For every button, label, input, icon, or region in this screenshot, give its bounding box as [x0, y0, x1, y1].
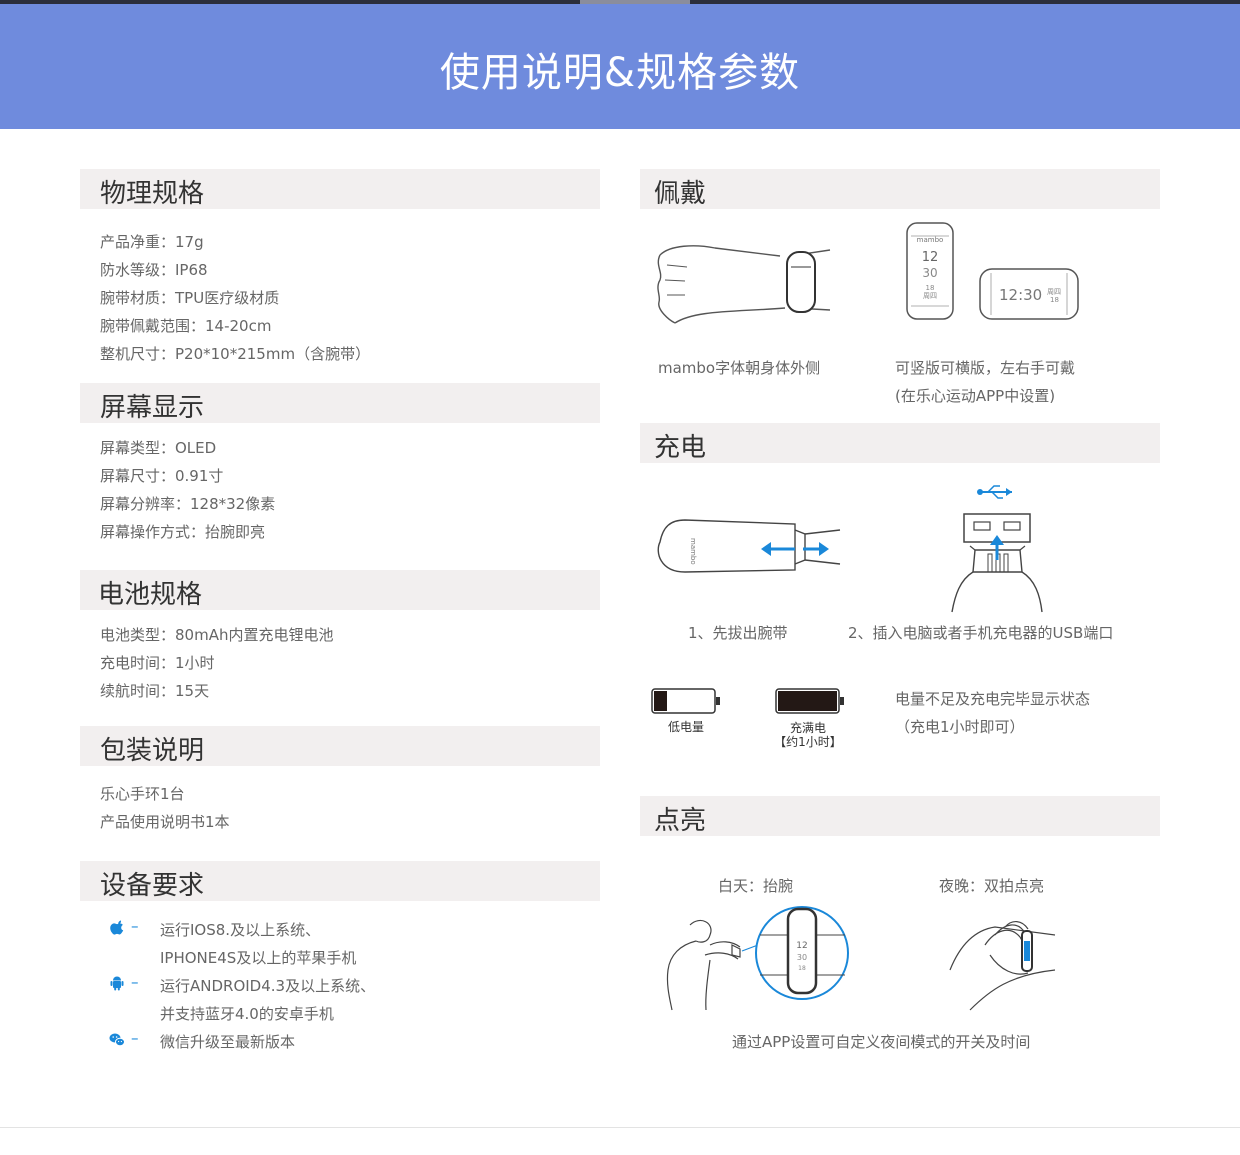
- package-item: 产品使用说明书1本: [100, 813, 230, 831]
- section-charge-header: 充电: [640, 423, 1160, 463]
- usb-plug-illustration: [951, 485, 1043, 613]
- spec-waterproof: 防水等级：IP68: [100, 261, 208, 279]
- spec-charge-time: 充电时间：1小时: [100, 654, 215, 672]
- spec-material: 腕带材质：TPU医疗级材质: [100, 289, 280, 307]
- spec-wear-range: 腕带佩戴范围：14-20cm: [100, 317, 272, 335]
- battery-full-duration: 【约1小时】: [774, 735, 842, 749]
- section-package-header: 包装说明: [80, 726, 600, 766]
- battery-full-icon: [775, 688, 844, 714]
- horizontal-band-illustration: 12:30 周四 18: [979, 268, 1079, 320]
- list-dash: –: [131, 1029, 139, 1047]
- section-title: 点亮: [654, 806, 707, 836]
- spec-screen-size: 屏幕尺寸：0.91寸: [100, 467, 224, 485]
- battery-status-caption: 电量不足及充电完毕显示状态: [895, 690, 1091, 708]
- svg-text:mambo: mambo: [689, 538, 697, 565]
- band-weekday: 周四: [923, 292, 937, 300]
- band-time: 12:30: [999, 286, 1042, 304]
- section-title: 屏幕显示: [100, 393, 205, 423]
- section-battery-header: 电池规格: [80, 570, 600, 610]
- wear-caption-right-note: (在乐心运动APP中设置): [895, 387, 1056, 405]
- package-item: 乐心手环1台: [100, 785, 185, 803]
- band-minute: 30: [922, 266, 937, 280]
- spec-screen-type: 屏幕类型：OLED: [100, 439, 217, 457]
- battery-full-label: 充满电: [789, 721, 826, 735]
- battery-low-icon: [651, 688, 720, 714]
- spec-screen-resolution: 屏幕分辨率：128*32像素: [100, 495, 276, 513]
- spec-endurance: 续航时间：15天: [100, 682, 210, 700]
- usb-icon: [977, 485, 1012, 499]
- section-light-header: 点亮: [640, 796, 1160, 836]
- wear-caption-right: 可竖版可横版，左右手可戴: [895, 359, 1076, 377]
- wechat-icon: [109, 1033, 125, 1047]
- section-screen-header: 屏幕显示: [80, 383, 600, 423]
- charge-step-2: 2、插入电脑或者手机充电器的USB端口: [848, 624, 1114, 642]
- band-logo-text: mambo: [917, 236, 944, 244]
- light-night-caption: 夜晚：双拍点亮: [939, 877, 1045, 895]
- requirement-line: 并支持蓝牙4.0的安卓手机: [160, 1005, 334, 1023]
- spec-weight: 产品净重：17g: [100, 233, 204, 251]
- requirement-line: 运行ANDROID4.3及以上系统、: [160, 977, 376, 995]
- spec-screen-operation: 屏幕操作方式：抬腕即亮: [100, 523, 266, 541]
- requirement-line: 运行IOS8.及以上系统、: [160, 921, 321, 939]
- list-dash: –: [131, 917, 139, 935]
- section-title: 电池规格: [98, 580, 203, 610]
- battery-low-label: 低电量: [667, 720, 704, 734]
- battery-status-note: （充电1小时即可）: [895, 718, 1025, 736]
- zoom-minute: 30: [797, 953, 807, 962]
- raise-wrist-illustration: 12 30 18: [666, 906, 849, 1011]
- page-title: 使用说明&规格参数: [439, 50, 801, 96]
- section-requirements-header: 设备要求: [80, 861, 600, 901]
- zoom-date: 18: [798, 965, 806, 972]
- spec-battery-type: 电池类型：80mAh内置充电锂电池: [100, 626, 334, 644]
- band-date: 18: [1050, 296, 1059, 304]
- band-date: 18: [926, 284, 935, 292]
- band-weekday: 周四: [1047, 288, 1061, 296]
- spec-dimensions: 整机尺寸：P20*10*215mm（含腕带）: [100, 345, 371, 363]
- band-hour: 12: [922, 250, 939, 265]
- section-title: 物理规格: [100, 179, 205, 209]
- section-wear-header: 佩戴: [640, 169, 1160, 209]
- section-title: 佩戴: [654, 179, 707, 209]
- section-physical-header: 物理规格: [80, 169, 600, 209]
- section-title: 充电: [654, 433, 707, 463]
- light-note: 通过APP设置可自定义夜间模式的开关及时间: [732, 1033, 1031, 1051]
- title-banner: 使用说明&规格参数: [0, 4, 1240, 129]
- zoom-hour: 12: [796, 941, 807, 951]
- vertical-band-illustration: mambo 12 30 18 周四: [906, 222, 954, 320]
- apple-icon: [110, 920, 124, 935]
- bottom-divider: [0, 1127, 1240, 1128]
- band-unplug-illustration: mambo: [657, 519, 841, 573]
- requirement-line: IPHONE4S及以上的苹果手机: [160, 949, 357, 967]
- section-title: 设备要求: [100, 871, 205, 901]
- double-tap-illustration: [949, 921, 1056, 1011]
- android-icon: [110, 976, 124, 991]
- charge-step-1: 1、先拔出腕带: [688, 624, 788, 642]
- requirement-line: 微信升级至最新版本: [160, 1033, 296, 1051]
- light-day-caption: 白天：抬腕: [718, 877, 794, 895]
- list-dash: –: [131, 973, 139, 991]
- wear-caption-left: mambo字体朝身体外侧: [658, 359, 821, 377]
- section-title: 包装说明: [100, 736, 205, 766]
- wrist-band-illustration: [657, 245, 831, 324]
